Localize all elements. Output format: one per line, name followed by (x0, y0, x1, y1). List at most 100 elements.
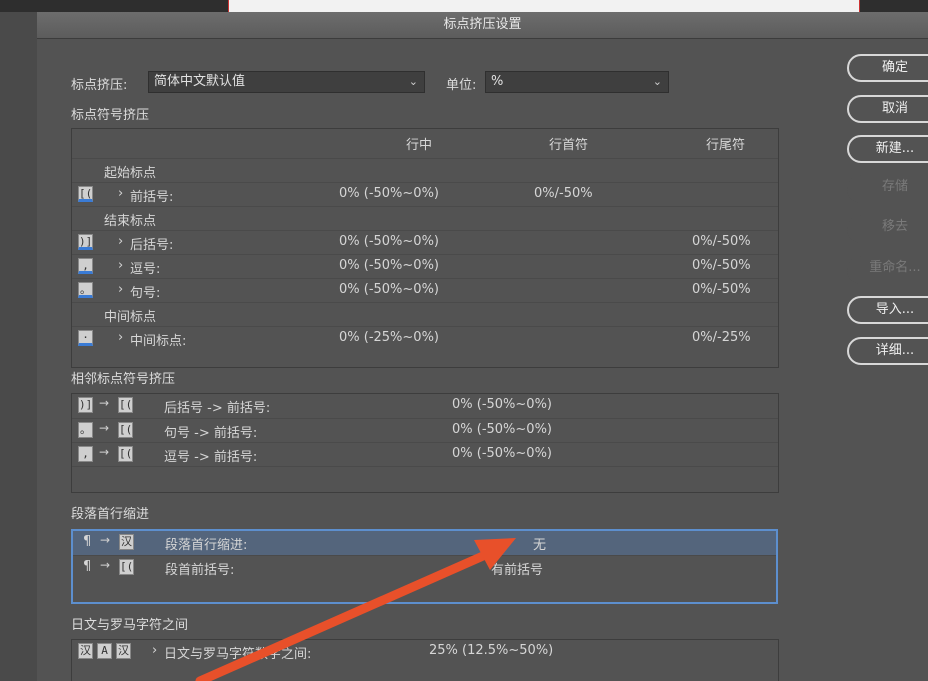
row-value-mid[interactable]: 0% (-50%~0%) (339, 186, 439, 201)
col-header-mid: 行中 (406, 138, 433, 153)
table-row-comma[interactable]: , › 逗号: 0% (-50%~0%) 0%/-50% (72, 254, 778, 278)
row-value[interactable]: 0% (-50%~0%) (452, 422, 552, 437)
expand-icon[interactable]: › (118, 258, 123, 273)
row-value-end[interactable]: 0%/-50% (692, 234, 751, 249)
chevron-down-icon: ⌄ (408, 75, 418, 88)
unit-select-value: % (491, 74, 504, 89)
unit-select[interactable]: % ⌄ (485, 71, 669, 93)
pilcrow-icon: ¶ (83, 559, 92, 574)
col-header-start: 行首符 (549, 138, 589, 153)
group-label: 结束标点 (104, 214, 157, 229)
mojikumi-settings-dialog: 标点挤压设置 标点挤压: 简体中文默认值 ⌄ 单位: % ⌄ 标点符号挤压 行中… (37, 12, 928, 681)
arrow-right-icon: → (100, 558, 111, 572)
open-bracket-icon: [( (78, 186, 93, 202)
unit-label: 单位: (446, 78, 477, 93)
mojikumi-label: 标点挤压: (71, 78, 128, 93)
arrow-right-icon: → (99, 445, 110, 459)
adjacent-table: )] → [( 后括号 -> 前括号: 0% (-50%~0%) 。 → [( … (71, 393, 779, 493)
row-label: 日文与罗马字符数字之间: (164, 647, 312, 662)
comma-icon: , (78, 258, 93, 274)
han-char-icon: 汉 (119, 534, 134, 550)
row-label: 逗号: (130, 262, 161, 277)
table-row-open-bracket[interactable]: [( › 前括号: 0% (-50%~0%) 0%/-50% (72, 182, 778, 206)
arrow-right-icon: → (99, 396, 110, 410)
table-row[interactable]: ¶ → [( 段首前括号: 有前括号 (73, 555, 776, 579)
group-row-close: 结束标点 (72, 206, 778, 230)
detail-button[interactable]: 详细... (847, 337, 928, 365)
ok-button[interactable]: 确定 (847, 54, 928, 82)
comma-icon: , (78, 446, 93, 462)
row-value[interactable]: 无 (533, 534, 546, 553)
save-button[interactable]: 存储 (847, 175, 928, 203)
row-label: 后括号 -> 前括号: (164, 401, 271, 416)
close-bracket-icon: )] (78, 397, 93, 413)
han-char-icon: 汉 (78, 643, 93, 659)
group-row-open: 起始标点 (72, 158, 778, 182)
chevron-down-icon: ⌄ (652, 75, 662, 88)
open-bracket-icon: [( (118, 446, 133, 462)
expand-icon[interactable]: › (152, 643, 157, 658)
row-label: 段落首行缩进: (165, 538, 248, 553)
remove-button[interactable]: 移去 (847, 215, 928, 243)
row-label: 中间标点: (130, 334, 187, 349)
row-value-mid[interactable]: 0% (-50%~0%) (339, 234, 439, 249)
table-row[interactable]: 。 → [( 句号 -> 前括号: 0% (-50%~0%) (72, 418, 778, 442)
row-value-mid[interactable]: 0% (-50%~0%) (339, 282, 439, 297)
row-value-end[interactable]: 0%/-25% (692, 330, 751, 345)
row-label: 句号 -> 前括号: (164, 426, 258, 441)
cancel-button[interactable]: 取消 (847, 95, 928, 123)
table-row-period[interactable]: 。 › 句号: 0% (-50%~0%) 0%/-50% (72, 278, 778, 302)
mojikumi-select[interactable]: 简体中文默认值 ⌄ (148, 71, 425, 93)
table-row-selected[interactable]: ¶ → 汉 段落首行缩进: 无 (73, 531, 776, 555)
mojikumi-select-value: 简体中文默认值 (154, 74, 246, 89)
section-indent-title: 段落首行缩进 (71, 507, 150, 522)
row-value-mid[interactable]: 0% (-25%~0%) (339, 330, 439, 345)
expand-icon[interactable]: › (118, 234, 123, 249)
document-page-edge (228, 0, 860, 12)
dialog-title: 标点挤压设置 (37, 12, 928, 39)
period-icon: 。 (78, 422, 93, 438)
indent-table: ¶ → 汉 段落首行缩进: 无 ¶ → [( 段首前括号: 有前括号 (71, 529, 778, 604)
roman-table: 汉 A 汉 › 日文与罗马字符数字之间: 25% (12.5%~50%) (71, 639, 779, 681)
han-char-icon: 汉 (116, 643, 131, 659)
table-row[interactable]: )] → [( 后括号 -> 前括号: 0% (-50%~0%) (72, 394, 778, 418)
section-punctuation-title: 标点符号挤压 (71, 108, 150, 123)
arrow-right-icon: → (99, 421, 110, 435)
col-header-end: 行尾符 (706, 138, 746, 153)
row-label: 句号: (130, 286, 161, 301)
expand-icon[interactable]: › (118, 282, 123, 297)
alpha-char-icon: A (97, 643, 112, 659)
row-value[interactable]: 0% (-50%~0%) (452, 397, 552, 412)
middle-dot-icon: · (78, 330, 93, 346)
table-row[interactable]: 汉 A 汉 › 日文与罗马字符数字之间: 25% (12.5%~50%) (72, 640, 778, 664)
row-value-mid[interactable]: 0% (-50%~0%) (339, 258, 439, 273)
arrow-right-icon: → (100, 533, 111, 547)
row-label: 后括号: (130, 238, 174, 253)
open-bracket-icon: [( (119, 559, 134, 575)
table-row-close-bracket[interactable]: )] › 后括号: 0% (-50%~0%) 0%/-50% (72, 230, 778, 254)
rename-button[interactable]: 重命名... (847, 256, 928, 284)
expand-icon[interactable]: › (118, 330, 123, 345)
expand-icon[interactable]: › (118, 186, 123, 201)
row-value-end[interactable]: 0%/-50% (692, 258, 751, 273)
table-row-middle-dot[interactable]: · › 中间标点: 0% (-25%~0%) 0%/-25% (72, 326, 778, 350)
pilcrow-icon: ¶ (83, 534, 92, 549)
new-button[interactable]: 新建... (847, 135, 928, 163)
group-row-middle: 中间标点 (72, 302, 778, 326)
row-value-start[interactable]: 0%/-50% (534, 186, 593, 201)
import-button[interactable]: 导入... (847, 296, 928, 324)
close-bracket-icon: )] (78, 234, 93, 250)
section-adjacent-title: 相邻标点符号挤压 (71, 372, 176, 387)
section-roman-title: 日文与罗马字符之间 (71, 618, 189, 633)
row-value-end[interactable]: 0%/-50% (692, 282, 751, 297)
table-row-empty (72, 466, 778, 490)
row-value[interactable]: 有前括号 (491, 559, 543, 578)
app-left-panel (0, 12, 37, 681)
group-label: 中间标点 (104, 310, 157, 325)
row-label: 段首前括号: (165, 563, 235, 578)
row-value[interactable]: 0% (-50%~0%) (452, 446, 552, 461)
row-label: 逗号 -> 前括号: (164, 450, 258, 465)
row-value[interactable]: 25% (12.5%~50%) (429, 643, 553, 658)
open-bracket-icon: [( (118, 422, 133, 438)
table-row[interactable]: , → [( 逗号 -> 前括号: 0% (-50%~0%) (72, 442, 778, 466)
